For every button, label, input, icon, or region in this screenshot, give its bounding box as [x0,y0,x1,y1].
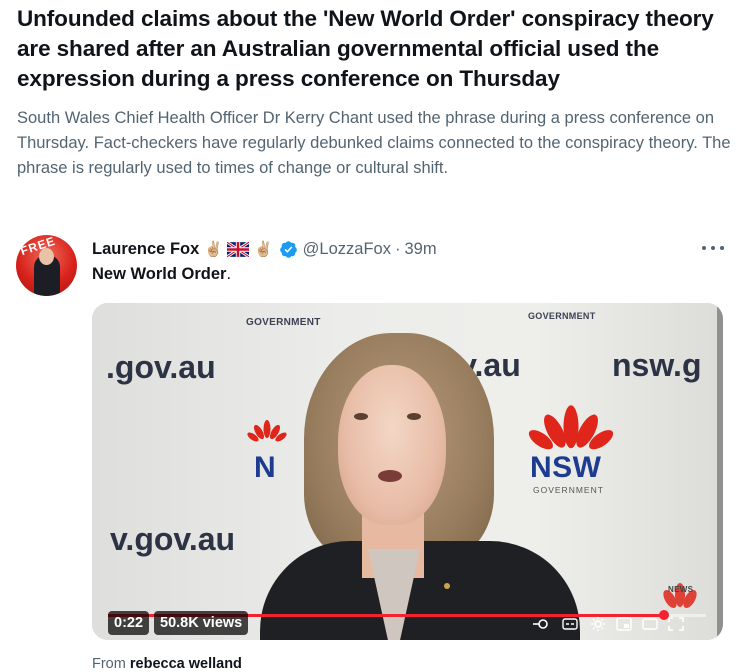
tweet-text: New World Order. [92,265,231,284]
article-summary: South Wales Chief Health Officer Dr Kerr… [17,109,731,177]
waratah-logo-right [528,405,614,450]
backdrop-government-right: GOVERNMENT [528,311,596,321]
article-headline: Unfounded claims about the 'New World Or… [17,6,714,91]
captions-icon[interactable] [562,617,578,631]
video-views: 50.8K views [154,611,249,635]
more-options-icon[interactable] [702,241,724,255]
tweet-text-tail: . [226,265,232,283]
speaker-eye-left [354,413,368,420]
tweet-header: Laurence Fox ✌🏼 ✌🏼 @LozzaFox · 39m [92,237,437,261]
speaker-pin [444,583,450,589]
backdrop-gov-lower: v.gov.au [110,521,236,557]
settings-gear-icon[interactable] [590,617,606,631]
avatar-face [39,248,54,265]
source-prefix: From [92,656,126,672]
video-frame-edge [717,303,723,640]
speaker-eye-right [407,413,421,420]
backdrop-nsw-government: GOVERNMENT [533,485,604,495]
backdrop-nsw-left-partial: N [254,451,277,484]
backdrop-government-left: GOVERNMENT [246,317,321,328]
video-source: From rebecca welland [92,656,242,672]
author-handle[interactable]: @LozzaFox [303,240,391,259]
speaker-face [338,365,446,525]
picture-in-picture-icon[interactable] [616,617,632,631]
backdrop-nsw-word: NSW [530,451,602,484]
video-elapsed: 0:22 [108,611,150,635]
speaker-mouth [378,470,402,482]
author-name[interactable]: Laurence Fox [92,240,199,259]
verified-badge-icon [279,240,297,258]
video-player[interactable]: GOVERNMENT GOVERNMENT .gov.au gov.au nsw… [92,303,723,640]
speed-icon[interactable] [532,617,548,631]
tweet-text-bold: New World Order [92,265,227,283]
tweet-time[interactable]: 39m [404,240,436,259]
backdrop-nsw-right: nsw.g [612,347,702,383]
fullscreen-icon[interactable] [668,617,684,631]
peace-hand-icon: ✌🏼 [204,241,223,258]
volume-icon[interactable] [642,617,658,631]
source-name[interactable]: rebecca welland [130,656,242,672]
uk-flag-icon [226,241,249,257]
backdrop-gov-left: .gov.au [106,349,216,385]
avatar[interactable]: FREE [16,235,77,296]
peace-hand-icon-2: ✌🏼 [253,241,273,258]
separator: · [394,239,401,258]
news-corner-label: NEWS [668,585,694,594]
